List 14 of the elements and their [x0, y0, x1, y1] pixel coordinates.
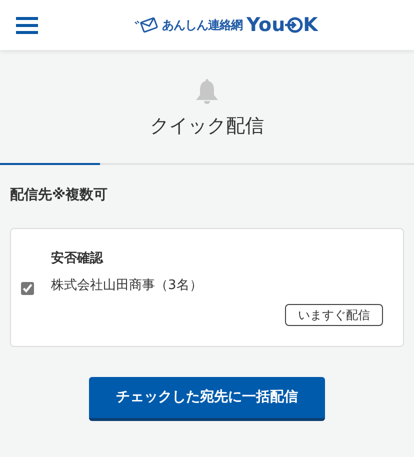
group-title: 安否確認: [51, 250, 104, 268]
page-title: クイック配信: [150, 114, 264, 139]
arrow-circle-icon: [285, 16, 304, 34]
section-label: 配信先※複数可: [9, 186, 109, 204]
recipient-name: 株式会社山田商事（3名）: [51, 277, 202, 295]
menu-button[interactable]: [16, 15, 38, 35]
recipient-checkbox[interactable]: [21, 282, 34, 296]
logo-text: You: [246, 16, 286, 34]
send-now-button[interactable]: いますぐ配信: [285, 304, 383, 326]
logo-text: あんしん連絡網: [162, 17, 242, 34]
bulk-send-button[interactable]: チェックした宛先に一括配信: [89, 376, 325, 420]
logo-text: K: [303, 16, 318, 34]
bell-icon: [195, 78, 219, 104]
envelope-icon: [134, 17, 158, 33]
